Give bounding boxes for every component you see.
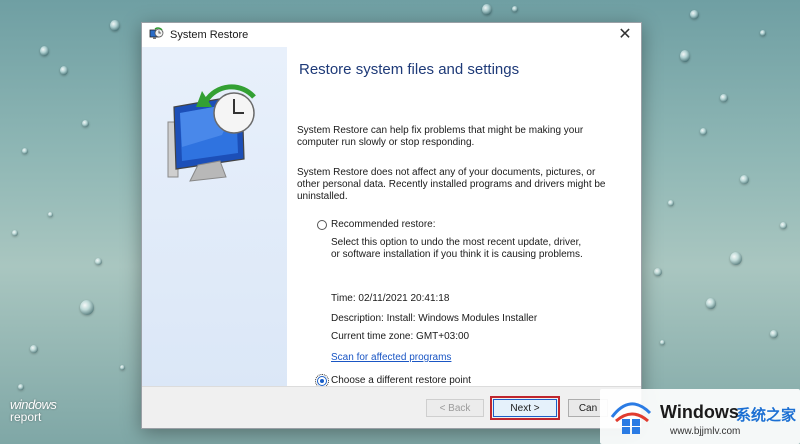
intro-text: System Restore can help fix problems tha… [297, 125, 584, 148]
windows-logo-icon [610, 402, 652, 434]
system-restore-icon [149, 27, 164, 39]
next-button[interactable]: Next > [490, 396, 560, 420]
recommended-restore-radio[interactable] [317, 219, 327, 230]
badge-url: www.bjjmlv.com [670, 426, 741, 437]
watermark-line2: report [10, 410, 42, 424]
title-bar: System Restore ✕ [142, 23, 641, 47]
restore-time: Time: 02/11/2021 20:41:18 [331, 293, 450, 304]
window-title: System Restore [170, 29, 249, 41]
page-title: Restore system files and settings [299, 61, 520, 78]
dialog-footer: < Back Next > Can [142, 386, 641, 428]
different-restore-point-option[interactable]: Choose a different restore point [315, 373, 471, 388]
data-notice-text: System Restore does not affect any of yo… [297, 167, 606, 202]
recommended-description: Select this option to undo the most rece… [331, 237, 583, 260]
badge-brand-cn: 系统之家 [736, 407, 797, 424]
different-restore-point-radio[interactable] [315, 373, 329, 388]
monitor-clock-icon [167, 84, 256, 182]
scan-affected-programs-link[interactable]: Scan for affected programs [331, 352, 451, 363]
recommended-restore-label: Recommended restore: [331, 219, 436, 230]
windows-report-watermark: windows report [10, 398, 57, 424]
badge-brand: Windows [660, 402, 739, 422]
system-restore-dialog: System Restore ✕ Restore system files an… [141, 22, 642, 429]
back-button[interactable]: < Back [426, 399, 484, 417]
recommended-restore-option[interactable]: Recommended restore: [317, 219, 436, 230]
close-icon[interactable]: ✕ [613, 25, 637, 45]
site-logo-badge: Windows 系统之家 www.bjjmlv.com [600, 389, 800, 444]
restore-description: Description: Install: Windows Modules In… [331, 313, 538, 324]
different-restore-point-label: Choose a different restore point [331, 375, 471, 386]
restore-timezone: Current time zone: GMT+03:00 [331, 331, 470, 342]
left-panel [142, 47, 287, 387]
